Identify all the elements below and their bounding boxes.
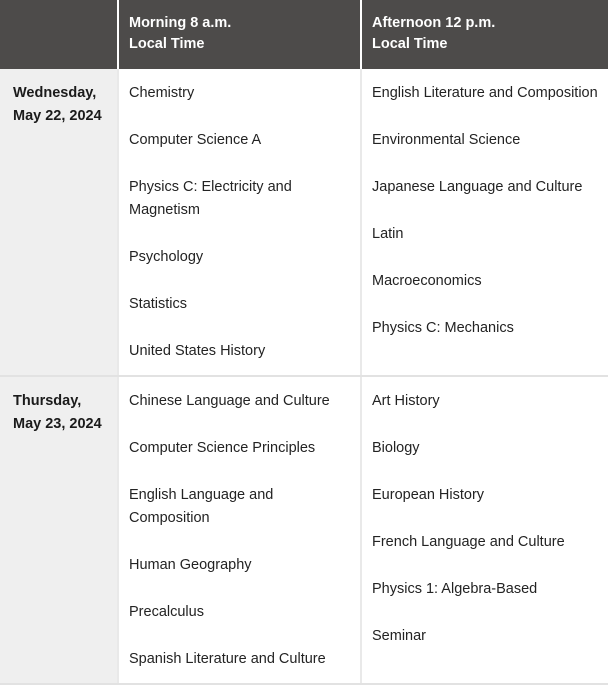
subject-item: English Literature and Composition xyxy=(372,85,598,101)
subject-item: French Language and Culture xyxy=(372,534,565,550)
subject-item: Statistics xyxy=(129,296,188,312)
subject-item: Environmental Science xyxy=(372,132,521,148)
subject-item: Physics 1: Algebra-Based xyxy=(372,581,538,597)
subject-item: Spanish Literature and Culture xyxy=(129,651,326,667)
subject-item: Seminar xyxy=(372,628,426,644)
subject-item: Computer Science A xyxy=(129,132,262,148)
morning-subjects-cell: Chinese Language and Culture Computer Sc… xyxy=(118,376,362,685)
header-cell-date-blank xyxy=(0,0,119,69)
header-morning-time: Morning 8 a.m. xyxy=(129,15,232,31)
afternoon-subjects-cell: Art History Biology European History Fre… xyxy=(361,376,608,685)
table-row: Thursday, May 23, 2024 Chinese Language … xyxy=(0,376,608,685)
table-row: Wednesday, May 22, 2024 Chemistry Comput… xyxy=(0,69,608,377)
header-afternoon-time: Afternoon 12 p.m. xyxy=(372,15,496,31)
header-morning-localtime: Local Time xyxy=(129,36,205,52)
subject-item: Physics C: Mechanics xyxy=(372,320,514,336)
afternoon-subjects-cell: English Literature and Composition Envir… xyxy=(361,69,608,377)
morning-subjects-cell: Chemistry Computer Science A Physics C: … xyxy=(118,69,362,377)
subject-item: Physics C: Electricity and Magnetism xyxy=(129,179,292,218)
date-cell: Thursday, May 23, 2024 xyxy=(0,376,119,685)
subject-item: European History xyxy=(372,487,485,503)
date-full: May 23, 2024 xyxy=(13,416,102,432)
subject-item: Precalculus xyxy=(129,604,204,620)
subject-item: Human Geography xyxy=(129,557,252,573)
subject-item: Macroeconomics xyxy=(372,273,482,289)
date-cell: Wednesday, May 22, 2024 xyxy=(0,69,119,377)
header-cell-afternoon: Afternoon 12 p.m. Local Time xyxy=(361,0,608,69)
subject-item: Japanese Language and Culture xyxy=(372,179,583,195)
subject-item: Chemistry xyxy=(129,85,195,101)
subject-item: Biology xyxy=(372,440,420,456)
subject-item: English Language and Composition xyxy=(129,487,274,526)
header-afternoon-localtime: Local Time xyxy=(372,36,448,52)
subject-item: Latin xyxy=(372,226,404,242)
table-body: Wednesday, May 22, 2024 Chemistry Comput… xyxy=(0,69,608,685)
date-full: May 22, 2024 xyxy=(13,108,102,124)
table-header: Morning 8 a.m. Local Time Afternoon 12 p… xyxy=(0,0,608,69)
subject-item: Computer Science Principles xyxy=(129,440,316,456)
subject-item: Psychology xyxy=(129,249,204,265)
date-weekday: Thursday, xyxy=(13,393,82,409)
subject-item: Chinese Language and Culture xyxy=(129,393,330,409)
header-cell-morning: Morning 8 a.m. Local Time xyxy=(118,0,362,69)
date-weekday: Wednesday, xyxy=(13,85,97,101)
table-header-row: Morning 8 a.m. Local Time Afternoon 12 p… xyxy=(0,0,608,69)
subject-item: United States History xyxy=(129,343,266,359)
subject-item: Art History xyxy=(372,393,440,409)
ap-exam-schedule-table: Morning 8 a.m. Local Time Afternoon 12 p… xyxy=(0,0,608,685)
